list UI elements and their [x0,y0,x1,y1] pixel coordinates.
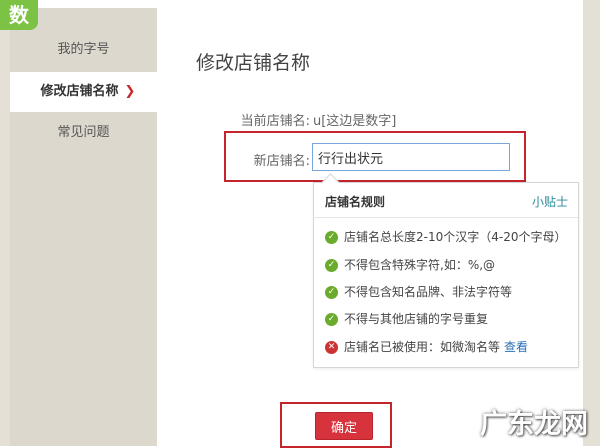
rule-text: 不得与其他店铺的字号重复 [344,312,489,326]
sidebar-item-label: 常见问题 [57,125,110,140]
rule-item: ✓ 店铺名总长度2-10个汉字（4-20个字母） [325,228,566,245]
rule-item-error: ✕ 店铺名已被使用：如微淘名等 查看 [325,338,528,355]
page-title: 修改店铺名称 [196,52,311,74]
sidebar-item-faq[interactable]: 常见问题 [10,113,157,153]
rule-text: 不得包含特殊字符,如：%,@ [344,258,496,272]
check-icon: ✓ [325,231,338,244]
right-strip [583,0,600,446]
chevron-right-icon: ❯ [124,84,136,99]
tips-link[interactable]: 小贴士 [532,193,568,210]
rule-text: 不得包含知名品牌、非法字符等 [344,285,513,299]
sidebar-item-my-name[interactable]: 我的字号 [10,30,157,70]
current-name-label: 当前店铺名: [240,114,310,129]
rule-text: 店铺名总长度2-10个汉字（4-20个字母） [344,230,567,244]
divider [314,217,578,218]
current-name-value: u[这边是数字] [313,114,397,129]
cross-icon: ✕ [325,341,338,354]
check-icon: ✓ [325,286,338,299]
tips-popover: 店铺名规则 小贴士 ✓ 店铺名总长度2-10个汉字（4-20个字母） ✓ 不得包含特… [313,173,579,368]
new-name-input[interactable] [312,143,510,171]
new-name-label: 新店铺名: [253,154,310,169]
check-icon: ✓ [325,313,338,326]
confirm-button[interactable]: 确定 [315,412,373,440]
watermark-text: 广东龙网 [480,409,588,440]
sidebar-item-rename-shop[interactable]: 修改店铺名称 ❯ [10,72,166,112]
rule-item: ✓ 不得包含特殊字符,如：%,@ [325,256,495,273]
rule-text: 店铺名已被使用：如微淘名等 [344,340,501,354]
tips-title: 店铺名规则 [325,195,386,209]
rule-item: ✓ 不得包含知名品牌、非法字符等 [325,283,512,300]
corner-badge: 数学 [0,0,38,30]
left-strip [0,0,10,446]
check-icon: ✓ [325,259,338,272]
view-link[interactable]: 查看 [504,340,528,354]
sidebar-item-label: 修改店铺名称 [40,84,119,99]
sidebar: 我的字号 修改店铺名称 ❯ 常见问题 [10,8,166,446]
sidebar-item-label: 我的字号 [57,42,110,57]
rule-item: ✓ 不得与其他店铺的字号重复 [325,310,488,327]
